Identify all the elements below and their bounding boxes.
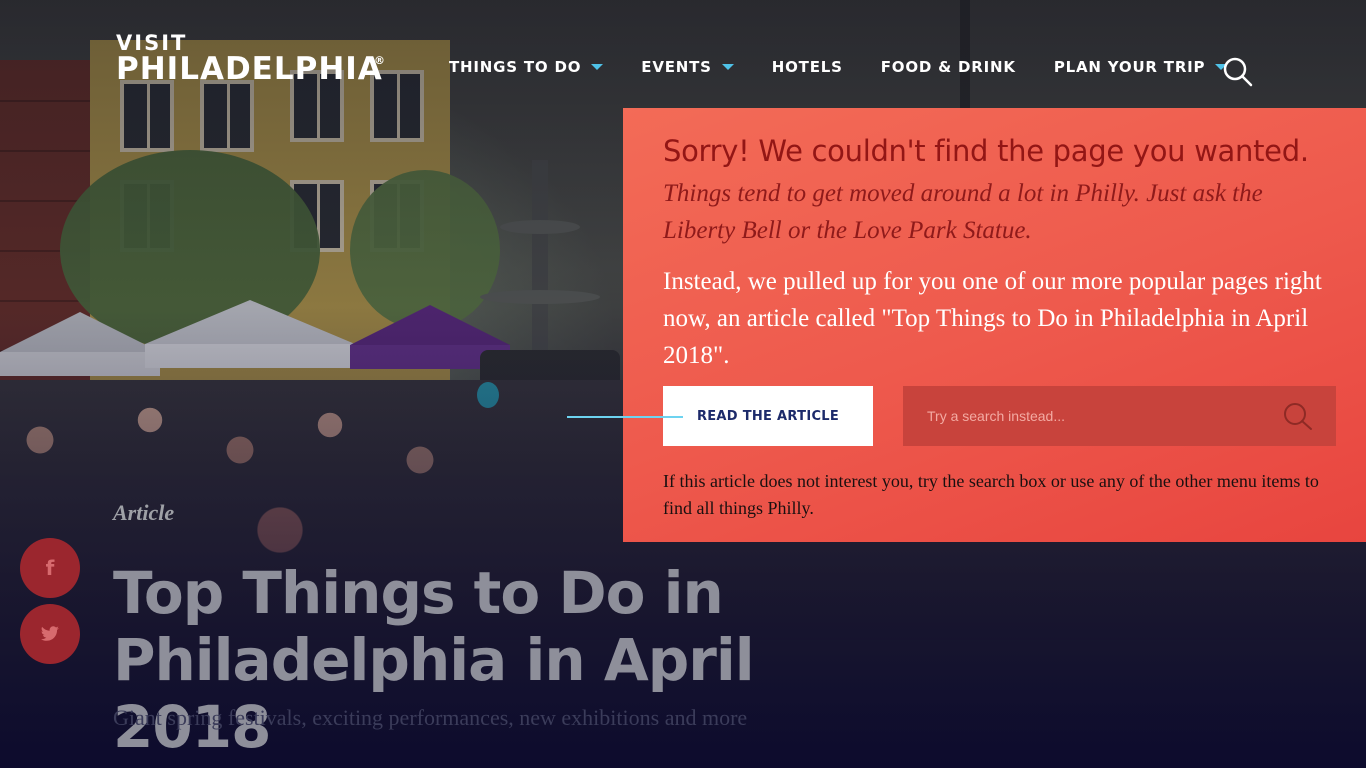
nav-label: THINGS TO DO — [449, 58, 582, 76]
nav-things-to-do[interactable]: THINGS TO DO — [449, 58, 604, 76]
logo-philadelphia: PHILADELPHIA — [116, 51, 383, 87]
not-found-footnote: If this article does not interest you, t… — [663, 471, 1319, 518]
logo-registered: ® — [374, 54, 385, 67]
not-found-subtitle: Things tend to get moved around a lot in… — [663, 180, 1263, 244]
not-found-title: Sorry! We couldn't find the page you wan… — [663, 134, 1309, 168]
not-found-panel: Sorry! We couldn't find the page you wan… — [623, 108, 1366, 542]
nav-hotels[interactable]: HOTELS — [772, 58, 843, 76]
nav-label: EVENTS — [641, 58, 712, 76]
nav-label: FOOD & DRINK — [880, 58, 1016, 76]
article-subtitle: Giant spring festivals, exciting perform… — [113, 705, 748, 730]
search-input[interactable] — [903, 386, 1273, 446]
twitter-share-button[interactable] — [20, 604, 80, 664]
read-article-button[interactable]: READ THE ARTICLE — [663, 386, 873, 446]
nav-events[interactable]: EVENTS — [641, 58, 734, 76]
not-found-body: Instead, we pulled up for you one of our… — [663, 268, 1322, 369]
nav-plan-your-trip[interactable]: PLAN YOUR TRIP — [1054, 58, 1228, 76]
nav-food-drink[interactable]: FOOD & DRINK — [881, 58, 1016, 76]
twitter-icon — [40, 626, 59, 641]
search-box — [903, 386, 1336, 446]
nav-label: PLAN YOUR TRIP — [1053, 58, 1206, 76]
chevron-down-icon — [721, 64, 734, 70]
search-icon[interactable] — [1282, 402, 1314, 432]
connector-line — [567, 416, 683, 418]
nav-label: HOTELS — [771, 58, 843, 76]
site-logo[interactable]: VISIT PHILADELPHIA ® — [116, 33, 385, 87]
main-nav: THINGS TO DO EVENTS HOTELS FOOD & DRINK … — [449, 58, 1265, 76]
chevron-down-icon — [591, 64, 604, 70]
facebook-icon: f — [45, 556, 55, 580]
facebook-share-button[interactable]: f — [20, 538, 80, 598]
article-kicker: Article — [113, 500, 175, 525]
search-icon[interactable] — [1222, 57, 1254, 87]
